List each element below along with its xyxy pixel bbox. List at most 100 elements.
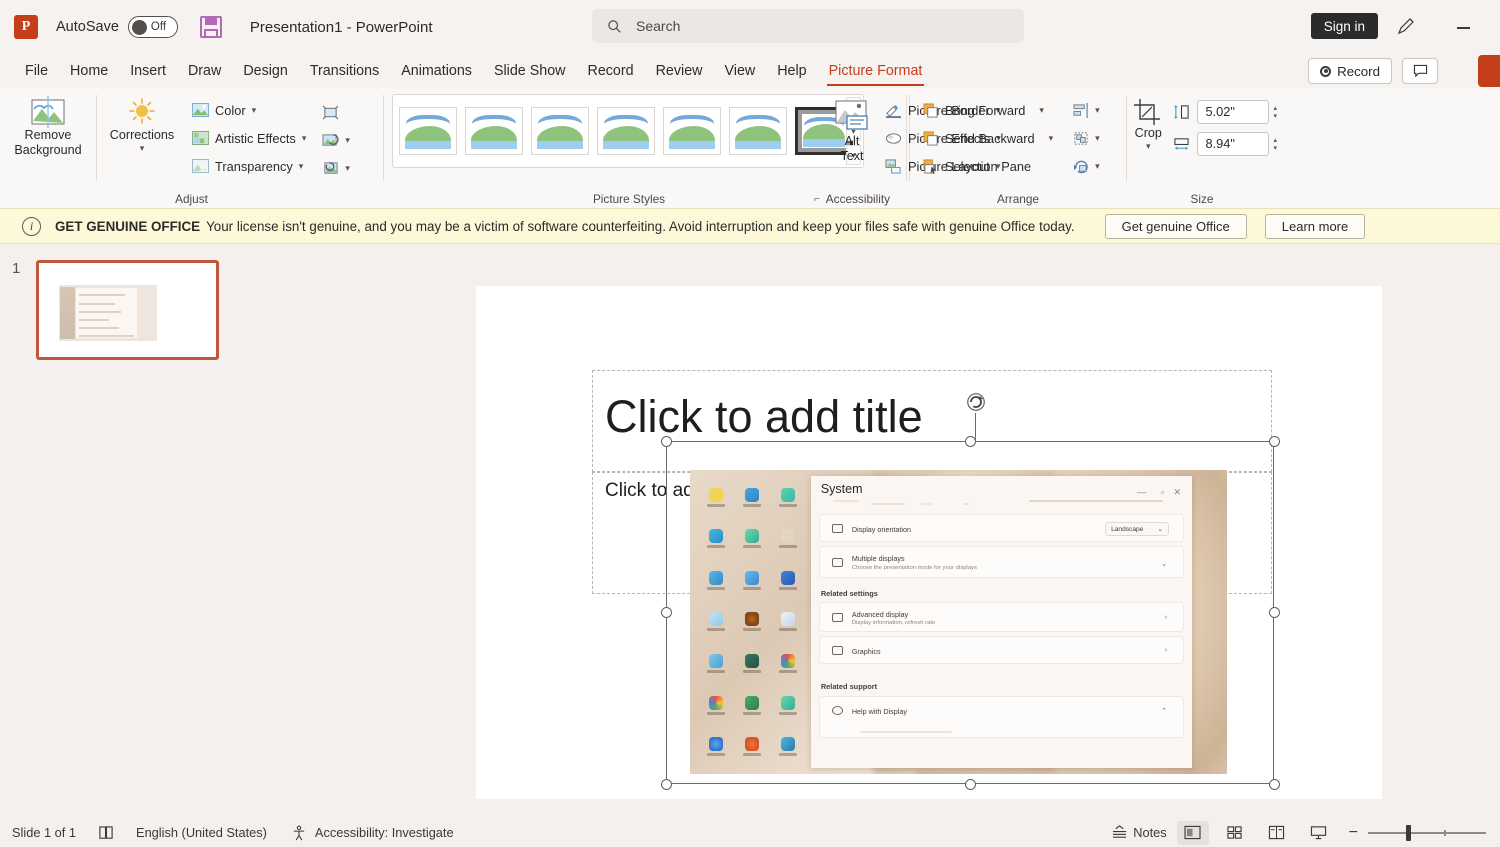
tab-animations[interactable]: Animations [390, 60, 483, 82]
group-objects-button[interactable]: ▾ [1068, 124, 1105, 152]
bring-forward-button[interactable]: Bring Forward ▾ [918, 96, 1058, 124]
corrections-button[interactable]: Corrections ▾ [97, 88, 187, 182]
get-genuine-office-button[interactable]: Get genuine Office [1104, 213, 1247, 239]
inserted-picture[interactable]: System — ▫ ✕ Display orientation Landsca… [690, 470, 1227, 774]
remove-background-button[interactable]: Remove Background [0, 88, 96, 182]
desktop-icon [770, 477, 805, 518]
reading-view-button[interactable] [1261, 821, 1293, 845]
tab-file[interactable]: File [14, 60, 59, 82]
align-objects-button[interactable]: ▾ [1068, 96, 1105, 124]
pen-icon[interactable] [1396, 16, 1416, 36]
handle-top-right[interactable] [1268, 435, 1280, 447]
tab-record[interactable]: Record [577, 60, 645, 82]
desktop-icon [734, 602, 769, 643]
desktop-icon [734, 726, 769, 767]
slide-thumbnail-1[interactable] [36, 260, 219, 360]
shape-width-value[interactable]: 8.94" [1197, 131, 1270, 156]
handle-top-center[interactable] [964, 435, 976, 447]
sign-in-button[interactable]: Sign in [1310, 13, 1378, 39]
slide-count-label[interactable]: Slide 1 of 1 [12, 825, 76, 840]
color-button[interactable]: Color ▾ [187, 96, 311, 124]
selection-pane-button[interactable]: Selection Pane [918, 152, 1058, 180]
handle-middle-right[interactable] [1268, 607, 1280, 618]
alt-text-button[interactable]: Alt Text [795, 88, 909, 164]
adjust-group-label: Adjust [175, 192, 208, 206]
tab-home[interactable]: Home [59, 60, 119, 82]
record-button-label: Record [1337, 63, 1380, 79]
handle-top-left[interactable] [660, 435, 672, 447]
shape-height-field[interactable]: 5.02" ▴ ▾ [1173, 98, 1277, 125]
comment-button[interactable] [1402, 58, 1438, 84]
desktop-icon [770, 643, 805, 684]
notes-button[interactable]: Notes [1111, 825, 1167, 840]
handle-bottom-left[interactable] [660, 778, 672, 790]
rotate-handle[interactable] [965, 391, 987, 413]
tab-slide-show[interactable]: Slide Show [483, 60, 577, 82]
compress-pictures-button[interactable] [317, 98, 355, 126]
artistic-effects-button[interactable]: Artistic Effects ▾ [187, 124, 311, 152]
handle-middle-left[interactable] [660, 607, 672, 618]
artistic-effects-icon [192, 131, 209, 145]
send-backward-button[interactable]: Send Backward ▾ [918, 124, 1058, 152]
slide-show-view-button[interactable] [1303, 821, 1335, 845]
normal-view-button[interactable] [1176, 820, 1209, 845]
record-button[interactable]: Record [1308, 58, 1392, 84]
picture-style-thumb-6[interactable] [729, 107, 787, 155]
chevron-down-icon: ▾ [1095, 160, 1100, 171]
width-spinner[interactable]: ▴ ▾ [1273, 136, 1277, 152]
tab-help[interactable]: Help [766, 60, 817, 82]
picture-style-thumb-5[interactable] [663, 107, 721, 155]
desktop-icon [734, 519, 769, 560]
share-button[interactable] [1478, 55, 1500, 87]
tab-transitions[interactable]: Transitions [299, 60, 390, 82]
spellcheck-icon[interactable] [98, 825, 114, 840]
picture-style-thumb-3[interactable] [531, 107, 589, 155]
handle-bottom-center[interactable] [964, 778, 976, 790]
search-input[interactable]: Search [592, 9, 1024, 43]
tab-design[interactable]: Design [232, 60, 299, 82]
display-orientation-value: Landscape [1111, 525, 1144, 533]
save-icon[interactable] [199, 16, 222, 38]
slide-editing-surface[interactable]: Click to add title Click to add subtitle [476, 286, 1382, 799]
tab-draw[interactable]: Draw [177, 60, 232, 82]
multiple-displays-sub: Choose the presentation mode for your di… [851, 565, 977, 572]
chevron-right-icon: › [1164, 647, 1168, 655]
chevron-down-icon: ⌄ [1157, 526, 1164, 534]
language-label[interactable]: English (United States) [136, 825, 267, 840]
accessibility-dialog-launcher[interactable]: ⌐ [814, 194, 820, 205]
crop-button[interactable]: Crop ▾ [1127, 98, 1169, 162]
help-globe-icon [831, 706, 843, 716]
tab-view[interactable]: View [713, 60, 766, 82]
slide-sorter-view-button[interactable] [1219, 821, 1251, 845]
shape-width-field[interactable]: 8.94" ▴ ▾ [1173, 130, 1277, 157]
remove-background-label-line2: Background [14, 143, 82, 157]
tab-insert[interactable]: Insert [119, 60, 177, 82]
ribbon-group-size: Crop ▾ 5.02" ▴ ▾ 8.94" ▴ ▾ Size [1127, 88, 1277, 208]
picture-style-thumb-4[interactable] [597, 107, 655, 155]
chevron-down-icon: ▾ [345, 162, 350, 173]
minimize-button[interactable] [1457, 27, 1470, 29]
picture-styles-gallery[interactable]: ▴ ▾ ▾ [392, 94, 864, 168]
rotate-objects-button[interactable]: ▾ [1068, 152, 1105, 180]
reset-picture-button[interactable]: ▾ [317, 154, 355, 182]
change-picture-button[interactable]: ▾ [317, 126, 355, 154]
height-spinner[interactable]: ▴ ▾ [1273, 104, 1277, 120]
handle-bottom-right[interactable] [1268, 778, 1280, 790]
color-label: Color [215, 102, 246, 118]
slide-sorter-icon [1227, 826, 1242, 839]
transparency-button[interactable]: Transparency ▾ [187, 152, 311, 180]
picture-style-thumb-1[interactable] [399, 107, 457, 155]
accessibility-status[interactable]: Accessibility: Investigate [315, 825, 454, 840]
learn-more-button[interactable]: Learn more [1264, 213, 1366, 239]
zoom-slider-thumb[interactable] [1406, 824, 1411, 841]
slide-number-label: 1 [12, 260, 21, 277]
shape-height-value[interactable]: 5.02" [1197, 99, 1270, 124]
tab-picture-format[interactable]: Picture Format [818, 60, 934, 86]
picture-style-thumb-2[interactable] [465, 107, 523, 155]
title-placeholder[interactable]: Click to add title [592, 370, 1272, 472]
autosave-toggle[interactable]: Off [127, 16, 178, 38]
zoom-slider[interactable] [1368, 824, 1486, 841]
tab-review[interactable]: Review [645, 60, 714, 82]
zoom-out-button[interactable]: − [1349, 824, 1358, 842]
accessibility-icon[interactable] [291, 825, 307, 841]
